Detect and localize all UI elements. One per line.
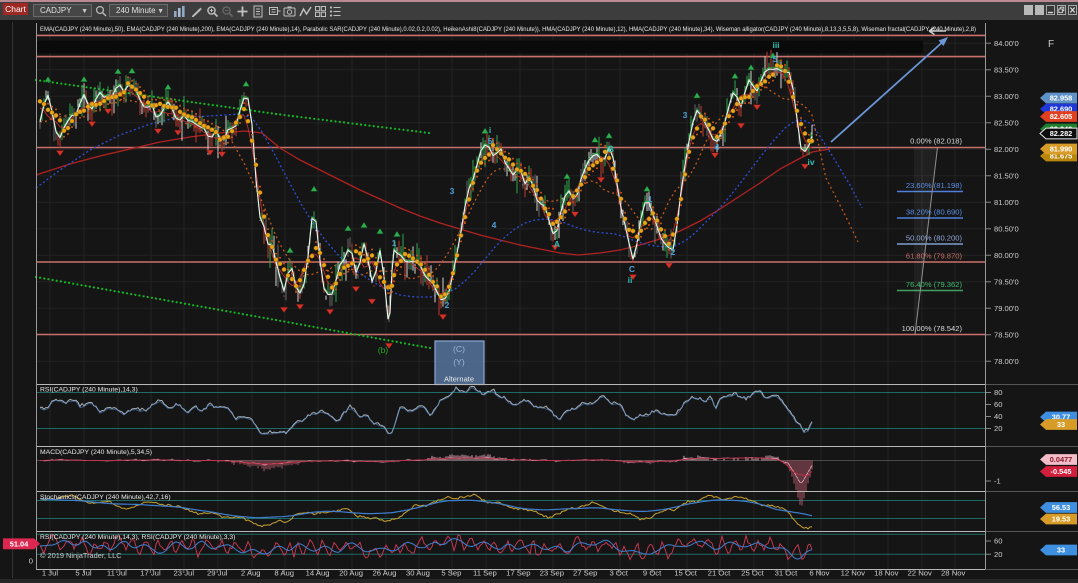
svg-text:20: 20 [994,550,1002,559]
svg-text:33: 33 [1057,420,1065,429]
svg-text:23.60% (81.198): 23.60% (81.198) [906,181,963,190]
svg-text:80: 80 [994,388,1002,397]
svg-text:B: B [608,144,614,154]
svg-text:F: F [1048,39,1054,50]
svg-text:ii: ii [628,275,633,285]
svg-text:RSI(CADJPY (240 Minute),14,3),: RSI(CADJPY (240 Minute),14,3), RSI(CADJP… [40,534,235,541]
svg-text:40: 40 [994,412,1002,421]
svg-text:83.00'0: 83.00'0 [994,92,1019,101]
svg-text:Stochastics(CADJPY (240 Minute: Stochastics(CADJPY (240 Minute),42,7,16) [40,494,171,501]
svg-text:51.04: 51.04 [10,540,29,549]
svg-text:2: 2 [671,247,676,257]
svg-text:RSI(CADJPY (240 Minute),14,3): RSI(CADJPY (240 Minute),14,3) [40,387,138,394]
svg-text:60: 60 [994,400,1002,409]
svg-text:56.53: 56.53 [1052,503,1071,512]
svg-text:81.50'0: 81.50'0 [994,171,1019,180]
svg-text:4: 4 [492,220,497,230]
svg-text:iii: iii [772,40,779,50]
svg-text:82.50'0: 82.50'0 [994,118,1019,127]
svg-text:19.53: 19.53 [1052,515,1071,524]
svg-text:60: 60 [994,537,1002,546]
svg-text:0.00% (82.018): 0.00% (82.018) [910,137,962,146]
svg-text:Alternate: Alternate [444,375,474,384]
svg-text:A: A [554,239,560,249]
svg-text:(Y): (Y) [453,357,465,367]
svg-text:0.0477: 0.0477 [1050,455,1073,464]
svg-text:(C): (C) [453,344,465,354]
svg-text:5: 5 [773,54,778,64]
svg-text:4: 4 [715,142,720,152]
svg-text:82.605: 82.605 [1050,112,1073,121]
svg-text:84.00'0: 84.00'0 [994,39,1019,48]
svg-text:© 2019 NinjaTrader, LLC: © 2019 NinjaTrader, LLC [40,551,122,560]
svg-text:33: 33 [1057,546,1065,555]
svg-text:38.20% (80.690): 38.20% (80.690) [906,208,963,217]
svg-text:78.00'0: 78.00'0 [994,357,1019,366]
svg-text:1: 1 [648,194,653,204]
svg-text:0: 0 [29,557,33,566]
svg-text:iv: iv [807,157,814,167]
svg-text:-1: -1 [994,477,1001,486]
svg-text:82.958: 82.958 [1050,94,1073,103]
svg-text:3: 3 [450,186,455,196]
svg-text:i: i [489,125,491,135]
svg-text:79.50'0: 79.50'0 [994,277,1019,286]
svg-text:81.00'0: 81.00'0 [994,198,1019,207]
svg-text:(b): (b) [378,345,389,355]
svg-text:C: C [629,264,635,274]
svg-text:1: 1 [392,238,397,248]
svg-text:78.50'0: 78.50'0 [994,330,1019,339]
svg-text:100.00% (78.542): 100.00% (78.542) [902,324,963,333]
svg-text:76.40% (79.362): 76.40% (79.362) [906,280,963,289]
svg-text:EMA(CADJPY (240 Minute),50), E: EMA(CADJPY (240 Minute),50), EMA(CADJPY … [40,26,976,33]
svg-text:81.990: 81.990 [1050,145,1073,154]
svg-text:-0.545: -0.545 [1051,467,1072,476]
svg-text:83.50'0: 83.50'0 [994,65,1019,74]
svg-text:82.282: 82.282 [1050,129,1073,138]
svg-text:79.00'0: 79.00'0 [994,304,1019,313]
svg-text:MACD(CADJPY (240 Minute),5,34,: MACD(CADJPY (240 Minute),5,34,5) [40,449,152,456]
svg-text:50.00% (80.200): 50.00% (80.200) [906,234,963,243]
svg-text:3: 3 [683,110,688,120]
svg-text:61.80% (79.870): 61.80% (79.870) [906,252,963,261]
svg-text:20: 20 [994,424,1002,433]
svg-text:80.50'0: 80.50'0 [994,224,1019,233]
svg-text:5: 5 [488,136,493,146]
svg-text:82.00'0: 82.00'0 [994,145,1019,154]
svg-text:80.00'0: 80.00'0 [994,251,1019,260]
svg-text:2: 2 [445,300,450,310]
